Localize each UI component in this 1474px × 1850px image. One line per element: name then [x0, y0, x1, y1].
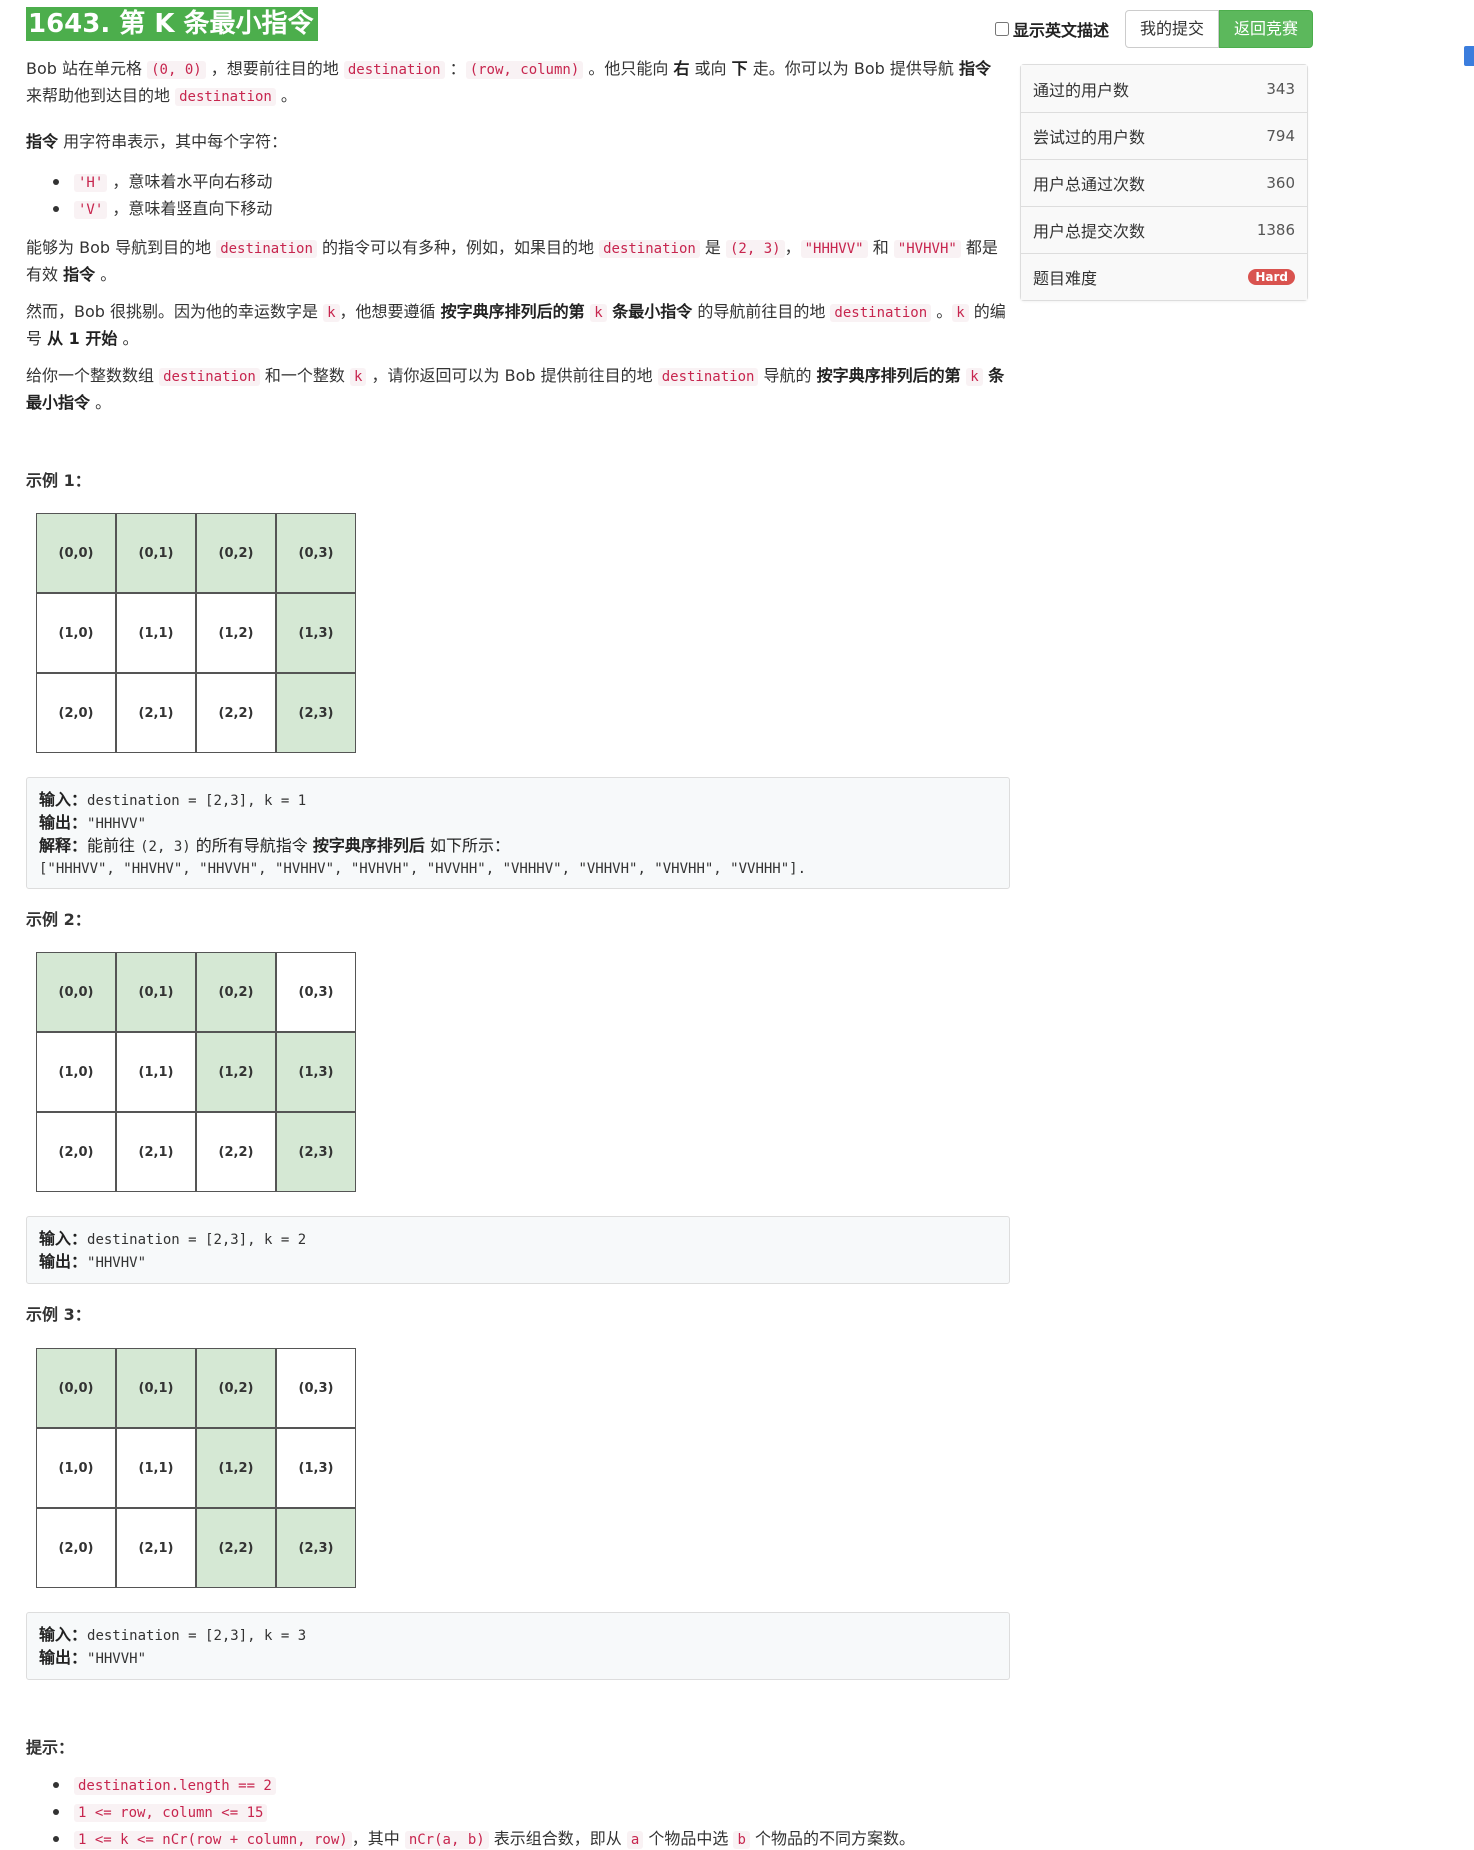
stat-accepted-users: 通过的用户数 343	[1021, 65, 1307, 112]
stat-label: 通过的用户数	[1033, 80, 1130, 100]
hints-title: 提示：	[26, 1738, 75, 1757]
problem-page: 1643. 第 K 条最小指令 显示英文描述 我的提交 返回竞赛 通过的用户数 …	[0, 0, 1474, 1850]
stat-label: 用户总提交次数	[1033, 222, 1146, 241]
grid-cell: (0,3)	[276, 1348, 356, 1428]
grid-cell: (0,0)	[36, 513, 116, 593]
grid-cell: (1,3)	[276, 1428, 356, 1508]
grid-cell: (2,3)	[276, 1112, 356, 1192]
grid-cell: (0,3)	[276, 952, 356, 1032]
grid-cell: (2,0)	[36, 1508, 116, 1588]
extension-icon[interactable]	[1464, 46, 1474, 66]
my-submissions-button[interactable]: 我的提交	[1125, 10, 1220, 48]
instruction-chars-list: 'H' ，意味着水平向右移动 'V' ，意味着竖直向下移动	[26, 169, 1008, 223]
action-buttons: 我的提交 返回竞赛	[1125, 10, 1314, 48]
intro-paragraph-4: 然而，Bob 很挑剔。因为他的幸运数字是 k ，他想要遵循 按字典序排列后的第 k…	[26, 302, 1006, 348]
example-3-io: 输入：destination = [2,3], k = 3 输出："HHVVH"	[26, 1612, 1010, 1680]
example-3-grid: (0,0) (0,1) (0,2) (0,3) (1,0) (1,1) (1,2) (1,3)…	[36, 1348, 356, 1588]
grid-cell: (0,2)	[196, 513, 276, 593]
list-item: 'H' ，意味着水平向右移动	[26, 169, 1008, 196]
grid-cell: (0,0)	[36, 952, 116, 1032]
grid-cell: (2,2)	[196, 1508, 276, 1588]
stats-panel: 通过的用户数 343 尝试过的用户数 794 用户总通过次数 360 用户总提交…	[1020, 64, 1308, 301]
stat-value: 794	[1266, 127, 1295, 145]
intro-paragraph-5: 给你一个整数数组 destination 和一个整数 k ，请你返回可以为 Bo…	[26, 366, 1005, 412]
stat-label: 用户总通过次数	[1033, 175, 1146, 194]
list-item: 1 <= k <= nCr(row + column, row) ，其中 nCr(…	[26, 1826, 1008, 1850]
difficulty-badge: Hard	[1248, 269, 1295, 285]
stat-value: 343	[1266, 79, 1295, 98]
grid-cell: (1,1)	[116, 1428, 196, 1508]
grid-cell: (2,2)	[196, 1112, 276, 1192]
grid-cell: (0,1)	[116, 1348, 196, 1428]
stat-total-accepted: 用户总通过次数 360	[1021, 159, 1307, 206]
grid-cell: (2,1)	[116, 1508, 196, 1588]
grid-cell: (1,0)	[36, 1428, 116, 1508]
show-english-label: 显示英文描述	[1013, 21, 1110, 40]
stat-label: 题目难度	[1033, 269, 1098, 288]
grid-cell: (2,0)	[36, 673, 116, 753]
list-item: 'V' ，意味着竖直向下移动	[26, 196, 1008, 223]
stat-attempted-users: 尝试过的用户数 794	[1021, 112, 1307, 159]
grid-cell: (0,1)	[116, 952, 196, 1032]
stat-label: 尝试过的用户数	[1033, 128, 1146, 147]
grid-cell: (1,0)	[36, 593, 116, 673]
grid-cell: (2,2)	[196, 673, 276, 753]
intro-paragraph-2: 指令 用字符串表示，其中每个字符：	[26, 132, 288, 151]
grid-cell: (0,1)	[116, 513, 196, 593]
grid-cell: (0,3)	[276, 513, 356, 593]
stat-value: 360	[1266, 174, 1295, 192]
list-item: destination.length == 2	[26, 1772, 1008, 1799]
list-item: 1 <= row, column <= 15	[26, 1799, 1008, 1826]
intro-paragraph-1: Bob 站在单元格 (0, 0) ，想要前往目的地 destination ：(…	[26, 59, 991, 106]
show-english-toggle[interactable]: 显示英文描述	[995, 17, 1109, 41]
grid-cell: (0,2)	[196, 1348, 276, 1428]
intro-paragraph-3: 能够为 Bob 导航到目的地 destination 的指令可以有多种，例如，如…	[26, 238, 998, 284]
example-2-title: 示例 2：	[26, 910, 91, 929]
grid-cell: (1,0)	[36, 1032, 116, 1112]
problem-title: 1643. 第 K 条最小指令	[26, 7, 318, 41]
grid-cell: (1,2)	[196, 1032, 276, 1112]
example-1-title: 示例 1：	[26, 471, 91, 490]
example-3-title: 示例 3：	[26, 1305, 91, 1324]
grid-cell: (2,1)	[116, 673, 196, 753]
example-1-io: 输入：destination = [2,3], k = 1 输出："HHHVV"…	[26, 777, 1010, 889]
stat-total-submissions: 用户总提交次数 1386	[1021, 206, 1307, 253]
stat-difficulty: 题目难度 Hard	[1021, 253, 1307, 300]
grid-cell: (2,3)	[276, 673, 356, 753]
grid-cell: (1,3)	[276, 593, 356, 673]
grid-cell: (2,1)	[116, 1112, 196, 1192]
grid-cell: (1,2)	[196, 593, 276, 673]
grid-cell: (1,2)	[196, 1428, 276, 1508]
stat-value: 1386	[1256, 221, 1295, 239]
top-actions: 显示英文描述 我的提交 返回竞赛	[995, 10, 1314, 48]
example-2-grid: (0,0) (0,1) (0,2) (0,3) (1,0) (1,1) (1,2) (1,3)…	[36, 952, 356, 1192]
grid-cell: (1,1)	[116, 593, 196, 673]
hints-list: destination.length == 2 1 <= row, column…	[26, 1772, 1008, 1850]
grid-cell: (2,3)	[276, 1508, 356, 1588]
example-1-grid: (0,0) (0,1) (0,2) (0,3) (1,0) (1,1) (1,2) (1,3)…	[36, 513, 356, 753]
grid-cell: (1,3)	[276, 1032, 356, 1112]
grid-cell: (0,2)	[196, 952, 276, 1032]
show-english-checkbox[interactable]	[995, 22, 1009, 36]
grid-cell: (0,0)	[36, 1348, 116, 1428]
example-2-io: 输入：destination = [2,3], k = 2 输出："HHVHV"	[26, 1216, 1010, 1284]
grid-cell: (2,0)	[36, 1112, 116, 1192]
grid-cell: (1,1)	[116, 1032, 196, 1112]
back-to-contest-button[interactable]: 返回竞赛	[1219, 10, 1314, 48]
